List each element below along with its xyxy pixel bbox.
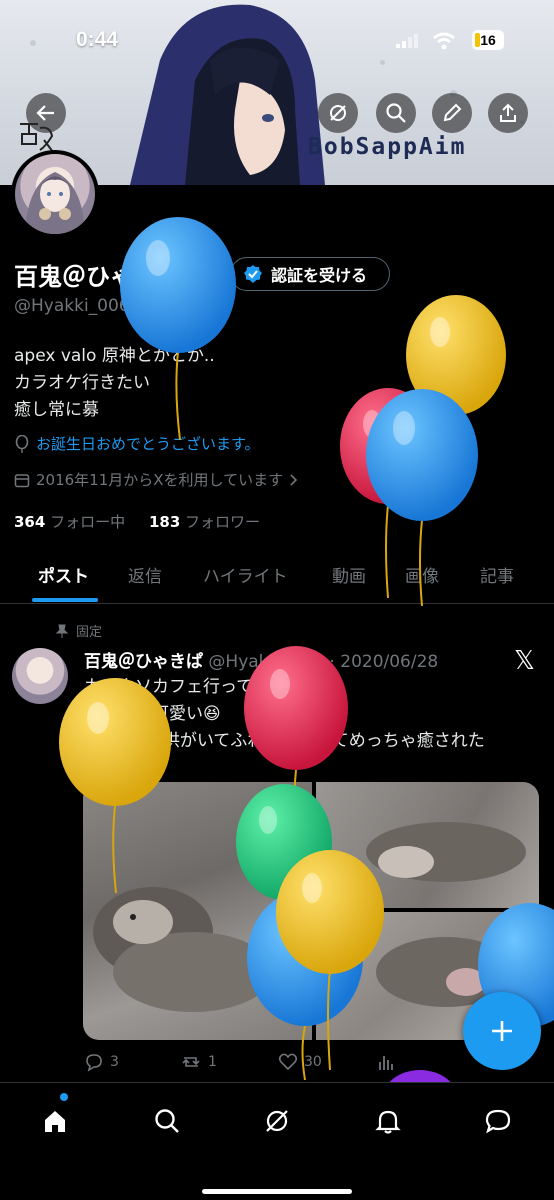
compose-plus-icon: [492, 1021, 512, 1041]
nav-grok[interactable]: [257, 1101, 297, 1141]
get-verified-label: 認証を受ける: [271, 266, 368, 285]
chevron-right-icon: [290, 473, 298, 486]
bottom-navigation: [0, 1082, 554, 1200]
battery-indicator: 16: [472, 30, 504, 50]
get-verified-button[interactable]: 認証を受ける: [230, 257, 390, 291]
post-author-name[interactable]: 百鬼＠ひゃきぱ: [84, 652, 203, 672]
post-actions: 3 1 30: [84, 1052, 524, 1076]
balloon-icon: [15, 434, 29, 453]
wifi-icon: [433, 32, 455, 50]
followers-count: 183: [148, 513, 181, 531]
tab-images[interactable]: 画像: [405, 562, 439, 587]
back-button[interactable]: [26, 93, 66, 133]
reply-count: 3: [110, 1054, 119, 1070]
verified-badge-icon: [244, 265, 262, 283]
status-time: 0:44: [76, 28, 119, 51]
views-icon: [379, 1056, 393, 1070]
following-link[interactable]: 364 フォロー中: [14, 513, 125, 531]
otter-photo-1: [93, 887, 273, 1012]
repost-icon: [182, 1057, 200, 1067]
nav-home[interactable]: [35, 1101, 75, 1141]
profile-name: 百鬼＠ひゃきぱ: [14, 263, 182, 291]
nav-messages[interactable]: [478, 1101, 518, 1141]
pinned-text: 固定: [76, 625, 103, 640]
bell-icon: [375, 1110, 401, 1134]
calendar-icon: [14, 473, 30, 487]
home-indicator: [202, 1189, 352, 1194]
home-notification-dot: [60, 1093, 68, 1101]
joined-date[interactable]: 2016年11月からXを利用しています: [14, 469, 299, 490]
reply-button[interactable]: 3: [84, 1052, 119, 1072]
back-arrow-icon: [36, 105, 54, 121]
followers-label: フォロワー: [185, 513, 261, 531]
profile-tabs: ポスト 返信 ハイライト 動画 画像 記事: [0, 550, 554, 604]
like-button[interactable]: 30: [278, 1052, 322, 1072]
status-icons: 16: [396, 30, 516, 52]
post-author-handle[interactable]: @Hyakki_006: [208, 652, 324, 672]
banner-watermark: BobSappAim: [308, 134, 467, 160]
repost-button[interactable]: 1: [180, 1052, 217, 1072]
follow-counts: 364 フォロー中 183 フォロワー: [14, 511, 260, 532]
like-count: 30: [304, 1054, 322, 1070]
views-button[interactable]: [376, 1052, 396, 1072]
followers-link[interactable]: 183 フォロワー: [149, 513, 260, 531]
edit-button[interactable]: [432, 93, 472, 133]
post-header: 百鬼＠ひゃきぱ @Hyakki_006 · 2020/06/28: [84, 652, 439, 672]
tab-videos[interactable]: 動画: [332, 562, 366, 587]
post-date[interactable]: 2020/06/28: [340, 652, 438, 672]
search-icon: [155, 1109, 179, 1133]
x-logo-icon[interactable]: 𝕏: [514, 646, 535, 676]
compose-post-button[interactable]: [463, 992, 541, 1070]
pin-icon: [56, 624, 68, 638]
post-media-grid[interactable]: [83, 782, 539, 1040]
media-photo-1[interactable]: [83, 782, 312, 1040]
birthday-line[interactable]: お誕生日おめでとうございます。: [14, 433, 260, 454]
share-button[interactable]: [488, 93, 528, 133]
repost-count: 1: [208, 1054, 217, 1070]
like-icon: [278, 1053, 298, 1071]
reply-icon: [86, 1054, 102, 1072]
tab-articles[interactable]: 記事: [480, 562, 514, 587]
tab-posts[interactable]: ポスト: [38, 562, 89, 587]
post-text: カワウソカフェ行ってきた！ めっちゃ可愛い😆 2ヶ月の子供がいてふわふわしててめ…: [84, 677, 485, 778]
pinned-label: 固定: [56, 621, 102, 640]
following-count: 364: [14, 513, 46, 531]
edit-icon: [443, 103, 462, 122]
avatar-image: [25, 172, 85, 234]
active-tab-indicator: [32, 598, 98, 602]
grok-icon: [266, 1110, 288, 1132]
grok-icon: [330, 105, 346, 121]
messages-icon: [485, 1109, 511, 1134]
search-icon: [386, 103, 406, 123]
cellular-signal-icon: [396, 34, 418, 48]
grok-button[interactable]: [318, 93, 358, 133]
post-author-avatar[interactable]: [12, 648, 68, 704]
nav-search[interactable]: [147, 1101, 187, 1141]
share-icon: [500, 103, 516, 122]
profile-bio: apex valo 原神とかとか.. カラオケ行きたい 癒し常に募: [14, 346, 215, 420]
otter-photo-2: [366, 822, 526, 882]
search-button[interactable]: [376, 93, 416, 133]
profile-handle: @Hyakki_006: [14, 296, 130, 316]
banner-anime-illustration: [130, 4, 325, 185]
birthday-text: お誕生日おめでとうございます。: [36, 435, 260, 453]
nav-notifications[interactable]: [368, 1101, 408, 1141]
joined-text: 2016年11月からXを利用しています: [36, 471, 284, 489]
media-photo-2[interactable]: [316, 782, 539, 908]
following-label: フォロー中: [50, 513, 126, 531]
profile-avatar[interactable]: [11, 150, 99, 238]
tab-highlights[interactable]: ハイライト: [203, 562, 288, 587]
balloon-icon: [406, 295, 506, 493]
tab-replies[interactable]: 返信: [128, 562, 162, 587]
home-icon: [45, 1111, 65, 1132]
